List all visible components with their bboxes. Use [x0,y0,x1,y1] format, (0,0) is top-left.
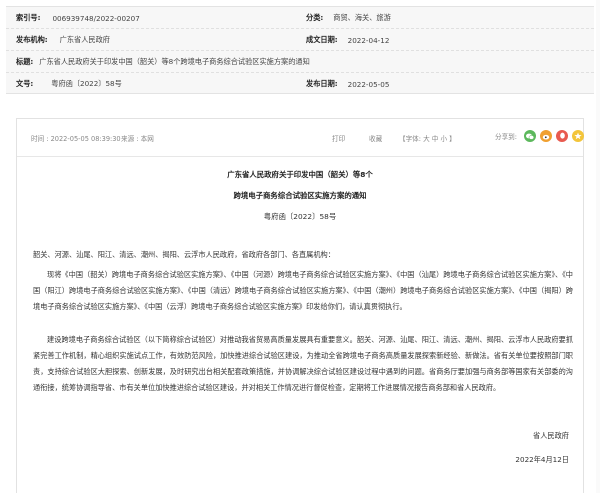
meta-category: 分类: 商贸、海关、旅游 [306,7,391,29]
meta-label: 成文日期: [306,35,338,44]
meta-value: 006939748/2022-00207 [52,13,140,23]
meta-label: 索引号: [16,13,41,22]
source-label: 来源 : 本网 [121,135,154,143]
meta-value: 商贸、海关、旅游 [333,13,391,22]
meta-docno: 文号: 粤府函〔2022〕58号 [16,73,122,95]
article-title-line1: 广东省人民政府关于印发中国（韶关）等8个 [227,170,373,179]
article-info-bar: 时间 : 2022-05-05 08:39:30 来源 : 本网 打印 收藏 【… [17,119,585,157]
meta-row: 发布机构: 广东省人民政府 成文日期: 2022-04-12 [6,29,594,51]
share-group: 分享到: [495,130,585,142]
meta-row: 标题: 广东省人民政府关于印发中国（韶关）等8个跨境电子商务综合试验区实施方案的… [6,51,594,73]
article-sign-date: 2022年4月12日 [515,455,569,464]
meta-label: 文号: [16,79,34,88]
meta-value: 广东省人民政府 [59,35,110,44]
qq-icon[interactable] [556,130,569,142]
meta-value: 2022-05-05 [347,79,390,89]
meta-index: 索引号: 006939748/2022-00207 [16,7,140,29]
meta-label: 标题: [16,57,34,66]
meta-pubdate: 发布日期: 2022-05-05 [306,73,389,95]
meta-label: 发布机构: [16,35,48,44]
favorite-link[interactable]: 收藏 [369,133,382,143]
meta-issuer: 发布机构: 广东省人民政府 [16,29,110,51]
article-paragraph: 建设跨境电子商务综合试验区（以下简称综合试验区）对推动我省贸易高质量发展具有重要… [33,335,573,392]
print-link[interactable]: 打印 [332,133,345,143]
vertical-scrollbar[interactable] [596,0,600,493]
article-signer: 省人民政府 [533,431,569,440]
meta-title: 标题: 广东省人民政府关于印发中国（韶关）等8个跨境电子商务综合试验区实施方案的… [16,51,310,73]
meta-date: 成文日期: 2022-04-12 [306,29,389,51]
qzone-icon[interactable] [572,130,585,142]
meta-row: 索引号: 006939748/2022-00207 分类: 商贸、海关、旅游 [6,7,594,29]
font-size-switcher[interactable]: 【字体: 大 中 小 】 [399,133,456,143]
document-meta-table: 索引号: 006939748/2022-00207 分类: 商贸、海关、旅游 发… [6,6,594,94]
meta-row: 文号: 粤府函〔2022〕58号 发布日期: 2022-05-05 [6,73,594,95]
article-doc-number: 粤府函〔2022〕58号 [263,212,337,221]
meta-label: 发布日期: [306,79,338,88]
weibo-icon[interactable] [540,130,553,142]
article-salutation: 韶关、河源、汕尾、阳江、清远、潮州、揭阳、云浮市人民政府，省政府各部门、各直属机… [33,250,335,259]
wechat-icon[interactable] [524,130,537,142]
meta-value: 2022-04-12 [347,35,390,45]
meta-label: 分类: [306,13,324,22]
meta-value: 粤府函〔2022〕58号 [51,79,122,88]
publish-time: 时间 : 2022-05-05 08:39:30 [31,135,121,143]
share-label: 分享到: [495,133,518,141]
article-panel: 时间 : 2022-05-05 08:39:30 来源 : 本网 打印 收藏 【… [16,118,585,493]
article-title-line2: 跨境电子商务综合试验区实施方案的通知 [233,191,367,200]
article-paragraph: 现将《中国（韶关）跨境电子商务综合试验区实施方案》、《中国（河源）跨境电子商务综… [33,270,573,311]
meta-value: 广东省人民政府关于印发中国（韶关）等8个跨境电子商务综合试验区实施方案的通知 [39,57,310,66]
